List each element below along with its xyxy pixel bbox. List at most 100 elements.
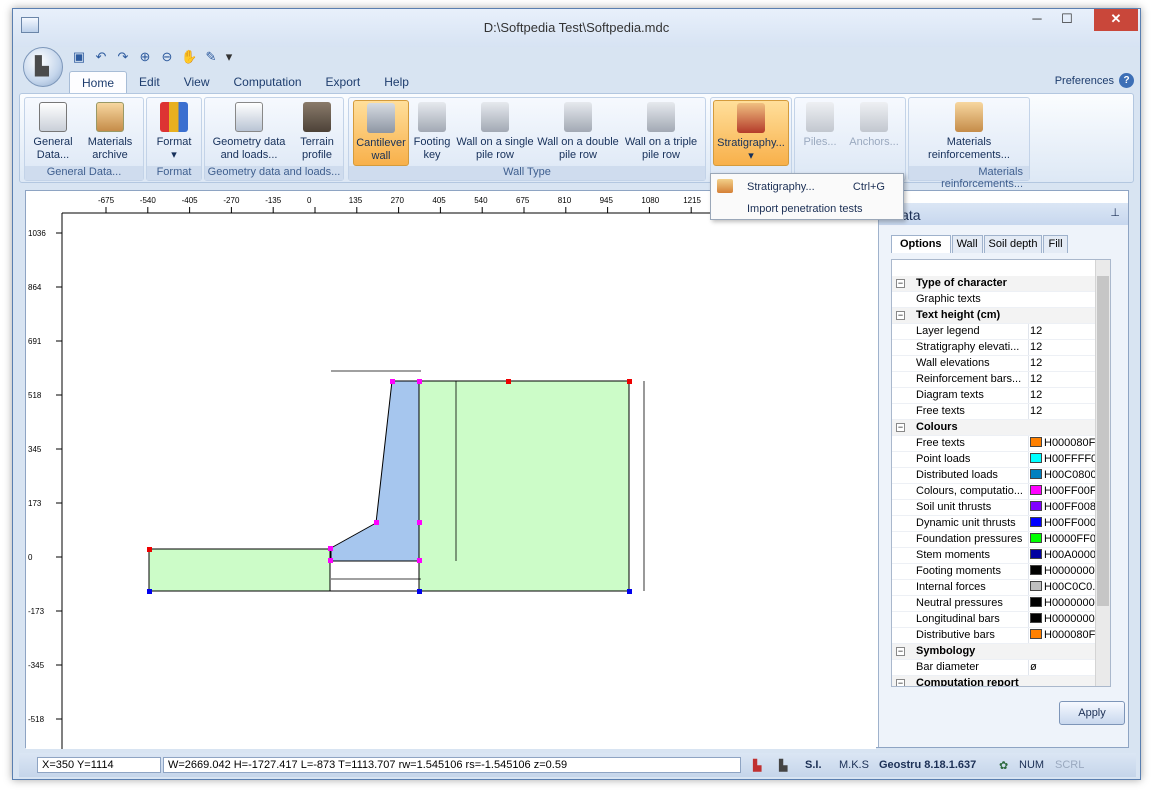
node-marker[interactable] [328,546,333,551]
single-pile-row-button[interactable]: Wall on a single pile row [455,100,535,166]
footing-key-button[interactable]: Footing key [411,100,453,166]
node-marker[interactable] [627,589,632,594]
drawing-canvas[interactable]: -675 -540 -405 -270 -135 0 135 270 405 540 675 810 9… [26,191,876,749]
node-marker[interactable] [417,379,422,384]
close-button[interactable]: ✕ [1094,9,1138,31]
tab-soil-depth[interactable]: Soil depth [983,235,1043,253]
property-name: Colours [916,421,958,433]
ruler-tick-label: 810 [558,196,572,205]
property-row[interactable]: Free texts H000080FF& [892,436,1110,452]
cantilever-wall-button[interactable]: Cantilever wall [353,100,409,166]
undo-icon[interactable]: ↶ [93,49,109,65]
property-row[interactable]: Neutral pressures H00000000& [892,596,1110,612]
redo-icon[interactable]: ↷ [115,49,131,65]
node-marker[interactable] [417,520,422,525]
property-row[interactable]: Colours, computatio... H00FF00FF& [892,484,1110,500]
node-marker[interactable] [374,520,379,525]
property-grid-scrollbar[interactable] [1095,260,1110,686]
property-row[interactable]: Internal forces H00C0C0... [892,580,1110,596]
pan-icon[interactable]: ✋ [181,49,197,65]
tab-home[interactable]: Home [69,71,128,93]
property-row[interactable]: Graphic texts [892,292,1110,308]
application-menu-button[interactable]: ▙ [23,47,63,87]
piles-button[interactable]: Piles... [797,100,843,166]
menu-item-stratigraphy[interactable]: Stratigraphy... Ctrl+G [711,176,903,197]
collapse-icon[interactable]: − [896,679,905,686]
collapse-icon[interactable]: − [896,647,905,656]
property-value-text: 12 [1030,373,1043,385]
format-button[interactable]: Format ▾ [149,100,199,166]
property-category[interactable]: − Symbology [892,644,1110,660]
property-row[interactable]: Distributive bars H000080FF& [892,628,1110,644]
node-marker[interactable] [417,589,422,594]
property-row[interactable]: Foundation pressures H0000FF00& [892,532,1110,548]
property-row[interactable]: Stem moments H00A00000& [892,548,1110,564]
title-bar: D:\Softpedia Test\Softpedia.mdc ─ ☐ ✕ [13,9,1140,47]
node-marker[interactable] [390,379,395,384]
collapse-icon[interactable]: − [896,311,905,320]
property-row[interactable]: Free texts 12 [892,404,1110,420]
anchors-button[interactable]: Anchors... [845,100,903,166]
paint-icon[interactable]: ✎ [203,49,219,65]
node-marker[interactable] [506,379,511,384]
materials-reinforcements-button[interactable]: Materials reinforcements... [911,100,1027,166]
tab-edit[interactable]: Edit [127,71,172,93]
double-pile-row-button[interactable]: Wall on a double pile row [537,100,619,166]
zoom-out-icon[interactable]: ⊖ [159,49,175,65]
units-si[interactable]: S.I. [805,759,822,771]
tab-fill[interactable]: Fill [1043,235,1068,253]
property-row[interactable]: Dynamic unit thrusts H00FF0000& [892,516,1110,532]
property-row[interactable]: Reinforcement bars... 12 [892,372,1110,388]
general-data-button[interactable]: General Data... [27,100,79,166]
minimize-button[interactable]: ─ [1022,9,1052,31]
geometry-data-button[interactable]: Geometry data and loads... [207,100,291,166]
tab-view[interactable]: View [172,71,222,93]
save-icon[interactable]: ▣ [71,49,87,65]
property-category[interactable]: − Colours [892,420,1110,436]
units-mks[interactable]: M.K.S [839,759,869,771]
property-row[interactable]: Wall elevations 12 [892,356,1110,372]
property-grid[interactable]: − Computation report Bar diameter ø − Symbolo… [891,259,1111,687]
node-marker[interactable] [417,558,422,563]
help-icon[interactable]: ? [1119,73,1134,88]
stratigraphy-button[interactable]: Stratigraphy... ▾ [713,100,789,166]
zoom-in-icon[interactable]: ⊕ [137,49,153,65]
apply-button[interactable]: Apply [1059,701,1125,725]
preferences-link[interactable]: Preferences [1055,75,1114,87]
tab-help[interactable]: Help [372,71,421,93]
color-swatch [1030,549,1042,559]
materials-archive-button[interactable]: Materials archive [81,100,139,166]
property-row[interactable]: Footing moments H00000000& [892,564,1110,580]
property-category[interactable]: − Type of character [892,276,1110,292]
property-category[interactable]: − Text height (cm) [892,308,1110,324]
tab-export[interactable]: Export [314,71,373,93]
pin-icon[interactable]: ⊥ [1110,206,1120,219]
property-row[interactable]: Longitudinal bars H00000000& [892,612,1110,628]
scrollbar-thumb[interactable] [1097,276,1109,606]
tab-wall[interactable]: Wall [951,235,983,253]
collapse-icon[interactable]: − [896,279,905,288]
collapse-icon[interactable]: − [896,423,905,432]
property-row[interactable]: Point loads H00FFFF00& [892,452,1110,468]
node-marker[interactable] [147,589,152,594]
property-row[interactable]: Stratigraphy elevati... 12 [892,340,1110,356]
property-row[interactable]: Soil unit thrusts H00FF0080& [892,500,1110,516]
node-marker[interactable] [627,379,632,384]
node-marker[interactable] [328,558,333,563]
terrain-profile-button[interactable]: Terrain profile [293,100,341,166]
panel-tabs: Options Wall Soil depth Fill [891,235,1069,253]
tab-options[interactable]: Options [891,235,951,253]
property-category[interactable]: − Computation report [892,676,1110,686]
property-row[interactable]: Diagram texts 12 [892,388,1110,404]
customize-qat-icon[interactable]: ▾ [225,49,233,65]
property-name: Text height (cm) [916,309,1001,321]
triple-pile-row-button[interactable]: Wall on a triple pile row [621,100,701,166]
property-row[interactable]: Bar diameter ø [892,660,1110,676]
wall-section[interactable] [330,380,420,562]
tab-computation[interactable]: Computation [222,71,314,93]
menu-item-import-penetration[interactable]: Import penetration tests [711,198,903,219]
node-marker[interactable] [147,547,152,552]
property-row[interactable]: Distributed loads H00C08000& [892,468,1110,484]
property-row[interactable]: Layer legend 12 [892,324,1110,340]
maximize-button[interactable]: ☐ [1052,9,1082,31]
